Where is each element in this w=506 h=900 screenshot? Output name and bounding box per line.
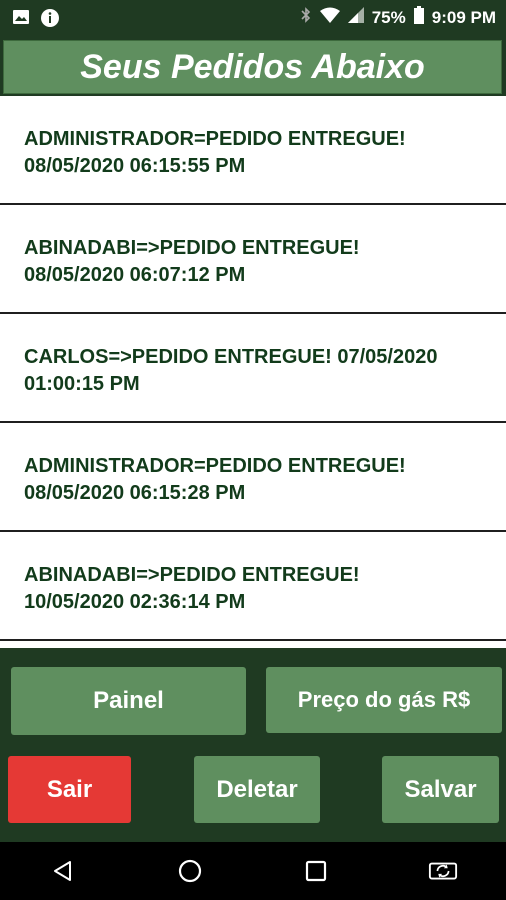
signal-icon bbox=[347, 7, 364, 28]
order-line1: ABINADABI=>PEDIDO ENTREGUE! bbox=[24, 237, 360, 259]
salvar-button[interactable]: Salvar bbox=[382, 756, 499, 823]
home-icon[interactable] bbox=[175, 856, 205, 886]
bluetooth-icon bbox=[300, 6, 312, 29]
status-right: 75% 9:09 PM bbox=[300, 6, 496, 29]
wifi-icon bbox=[319, 7, 340, 28]
deletar-button[interactable]: Deletar bbox=[194, 756, 320, 823]
order-line2: 08/05/2020 06:07:12 PM bbox=[24, 264, 246, 286]
list-item[interactable]: ADMINISTRADOR=PEDIDO ENTREGUE! 08/05/202… bbox=[0, 96, 506, 205]
navigation-bar bbox=[0, 842, 506, 900]
order-line1: ADMINISTRADOR=PEDIDO ENTREGUE! bbox=[24, 455, 406, 477]
image-icon bbox=[12, 8, 30, 26]
page-title: Seus Pedidos Abaixo bbox=[3, 40, 502, 94]
order-line1: CARLOS=>PEDIDO ENTREGUE! 07/05/2020 bbox=[24, 346, 438, 368]
order-line2: 08/05/2020 06:15:28 PM bbox=[24, 482, 246, 504]
list-item[interactable]: ABINADABI=>PEDIDO ENTREGUE! 10/05/2020 0… bbox=[0, 532, 506, 641]
battery-icon bbox=[413, 6, 424, 29]
info-icon bbox=[40, 8, 59, 27]
battery-percent: 75% bbox=[371, 7, 406, 27]
list-item[interactable]: ADMINISTRADOR=PEDIDO ENTREGUE! 08/05/202… bbox=[0, 423, 506, 532]
recents-icon[interactable] bbox=[301, 856, 331, 886]
title-bar: Seus Pedidos Abaixo bbox=[0, 36, 506, 96]
order-line2: 01:00:15 PM bbox=[24, 373, 140, 395]
back-icon[interactable] bbox=[48, 856, 78, 886]
order-line1: ADMINISTRADOR=PEDIDO ENTREGUE! bbox=[24, 128, 406, 150]
order-line1: ABINADABI=>PEDIDO ENTREGUE! bbox=[24, 564, 360, 586]
action-bar: Painel Preço do gás R$ Sair Deletar Salv… bbox=[0, 648, 506, 842]
painel-button[interactable]: Painel bbox=[11, 667, 246, 735]
list-item[interactable]: ABINADABI=>PEDIDO ENTREGUE! 08/05/2020 0… bbox=[0, 205, 506, 314]
status-left bbox=[12, 8, 59, 27]
sair-button[interactable]: Sair bbox=[8, 756, 131, 823]
status-bar: 75% 9:09 PM bbox=[0, 0, 506, 36]
order-line2: 10/05/2020 02:36:14 PM bbox=[24, 591, 246, 613]
preco-gas-button[interactable]: Preço do gás R$ bbox=[266, 667, 502, 733]
rotate-icon[interactable] bbox=[428, 856, 458, 886]
order-line2: 08/05/2020 06:15:55 PM bbox=[24, 155, 246, 177]
clock: 9:09 PM bbox=[431, 7, 496, 27]
orders-list[interactable]: ADMINISTRADOR=PEDIDO ENTREGUE! 08/05/202… bbox=[0, 96, 506, 648]
list-item[interactable]: CARLOS=>PEDIDO ENTREGUE! 07/05/2020 01:0… bbox=[0, 314, 506, 423]
